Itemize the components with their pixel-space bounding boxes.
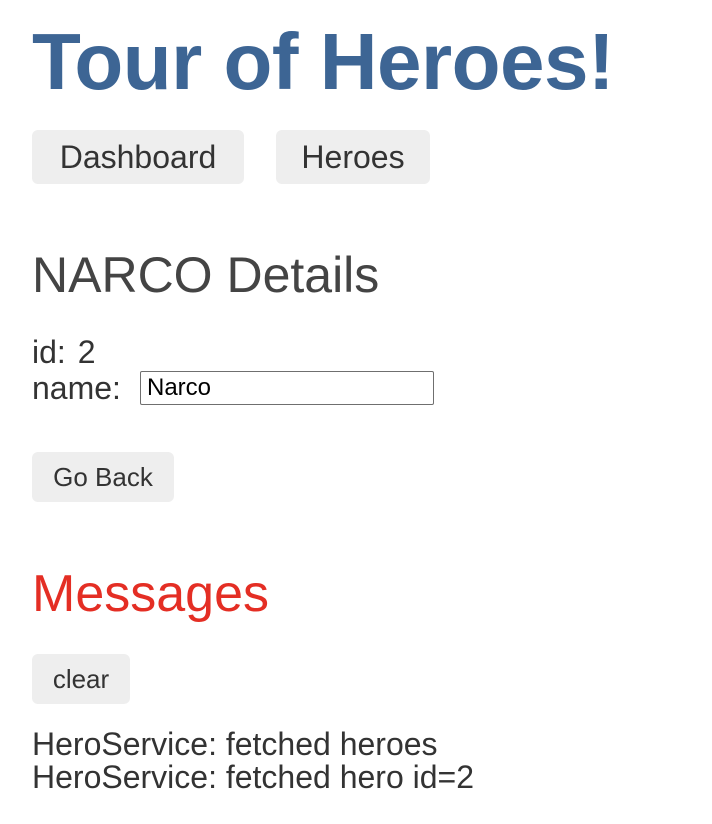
nav-heroes-link[interactable]: Heroes bbox=[276, 130, 430, 184]
hero-name-label: name: bbox=[32, 370, 121, 406]
hero-id-row: id: 2 bbox=[32, 334, 96, 370]
hero-name-row: name: bbox=[32, 370, 434, 406]
message-list: HeroService: fetched heroes HeroService:… bbox=[32, 728, 474, 794]
nav-dashboard-link[interactable]: Dashboard bbox=[32, 130, 244, 184]
hero-details-title: NARCO Details bbox=[32, 247, 380, 303]
message-item: HeroService: fetched heroes bbox=[32, 726, 438, 762]
clear-messages-button[interactable]: clear bbox=[32, 654, 130, 704]
app-title: Tour of Heroes! bbox=[32, 17, 615, 106]
go-back-button[interactable]: Go Back bbox=[32, 452, 174, 502]
message-item: HeroService: fetched hero id=2 bbox=[32, 759, 475, 795]
hero-id-value: 2 bbox=[77, 334, 96, 370]
hero-name-input[interactable] bbox=[140, 371, 434, 405]
messages-title: Messages bbox=[32, 565, 269, 623]
hero-id-label: id: bbox=[32, 334, 66, 370]
